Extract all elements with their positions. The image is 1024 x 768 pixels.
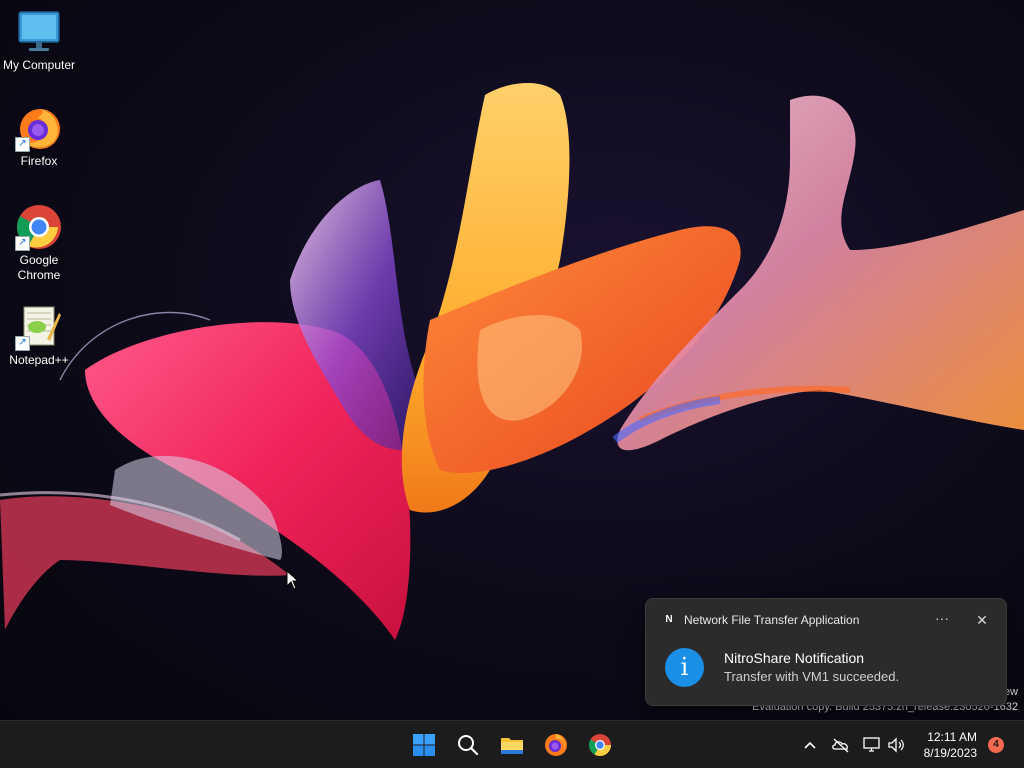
toast-notification[interactable]: N Network File Transfer Application ··· … [645, 598, 1007, 706]
start-button[interactable] [406, 727, 442, 763]
chrome-icon: ↗ [15, 203, 63, 251]
cloud-offline-icon [832, 738, 849, 753]
network-icon [863, 737, 880, 752]
volume-tray-button[interactable] [886, 735, 906, 755]
close-button[interactable]: ✕ [970, 609, 994, 631]
mouse-cursor-icon [286, 570, 300, 590]
desktop-icon-my-computer[interactable]: My Computer [1, 8, 77, 73]
notification-center-badge[interactable]: 4 [988, 737, 1004, 753]
search-icon [458, 735, 479, 756]
network-tray-button[interactable] [862, 735, 882, 755]
more-options-button[interactable]: ··· [930, 609, 954, 631]
show-hidden-icons-button[interactable] [800, 735, 820, 755]
chevron-up-icon [804, 741, 816, 749]
clock-time[interactable]: 12:11 AM [927, 730, 977, 744]
search-button[interactable] [450, 727, 486, 763]
file-explorer-icon [501, 738, 523, 754]
shortcut-arrow-icon: ↗ [15, 336, 30, 351]
firefox-taskbar-button[interactable] [538, 727, 574, 763]
shortcut-arrow-icon: ↗ [15, 137, 30, 152]
notification-body: Transfer with VM1 succeeded. [724, 669, 900, 684]
desktop-icon-google-chrome[interactable]: ↗ Google Chrome [1, 203, 77, 283]
taskbar: 12:11 AM 8/19/2023 4 [0, 720, 1024, 768]
desktop-icon-notepadpp[interactable]: ↗ Notepad++ [1, 303, 77, 368]
notepadpp-icon: ↗ [15, 303, 63, 351]
volume-icon [888, 737, 904, 753]
onedrive-tray-button[interactable] [831, 735, 851, 755]
firefox-icon [545, 734, 567, 756]
info-icon: i [665, 648, 704, 687]
chrome-taskbar-button[interactable] [582, 727, 618, 763]
desktop-icon-label: Google Chrome [17, 253, 61, 282]
shortcut-arrow-icon: ↗ [15, 236, 30, 251]
chrome-icon [589, 734, 611, 756]
clock-date[interactable]: 8/19/2023 [924, 746, 977, 760]
windows-start-icon [413, 734, 435, 756]
firefox-icon: ↗ [15, 104, 63, 152]
desktop-icon-label: Firefox [20, 154, 58, 168]
file-explorer-button[interactable] [494, 727, 530, 763]
notification-title: NitroShare Notification [724, 650, 865, 666]
desktop-icon-label: My Computer [2, 58, 76, 72]
desktop-icon-label: Notepad++ [9, 353, 69, 367]
computer-icon [15, 8, 63, 56]
app-logo-icon: N [665, 614, 673, 625]
desktop-icon-firefox[interactable]: ↗ Firefox [1, 104, 77, 169]
notification-app-name: Network File Transfer Application [684, 613, 860, 627]
